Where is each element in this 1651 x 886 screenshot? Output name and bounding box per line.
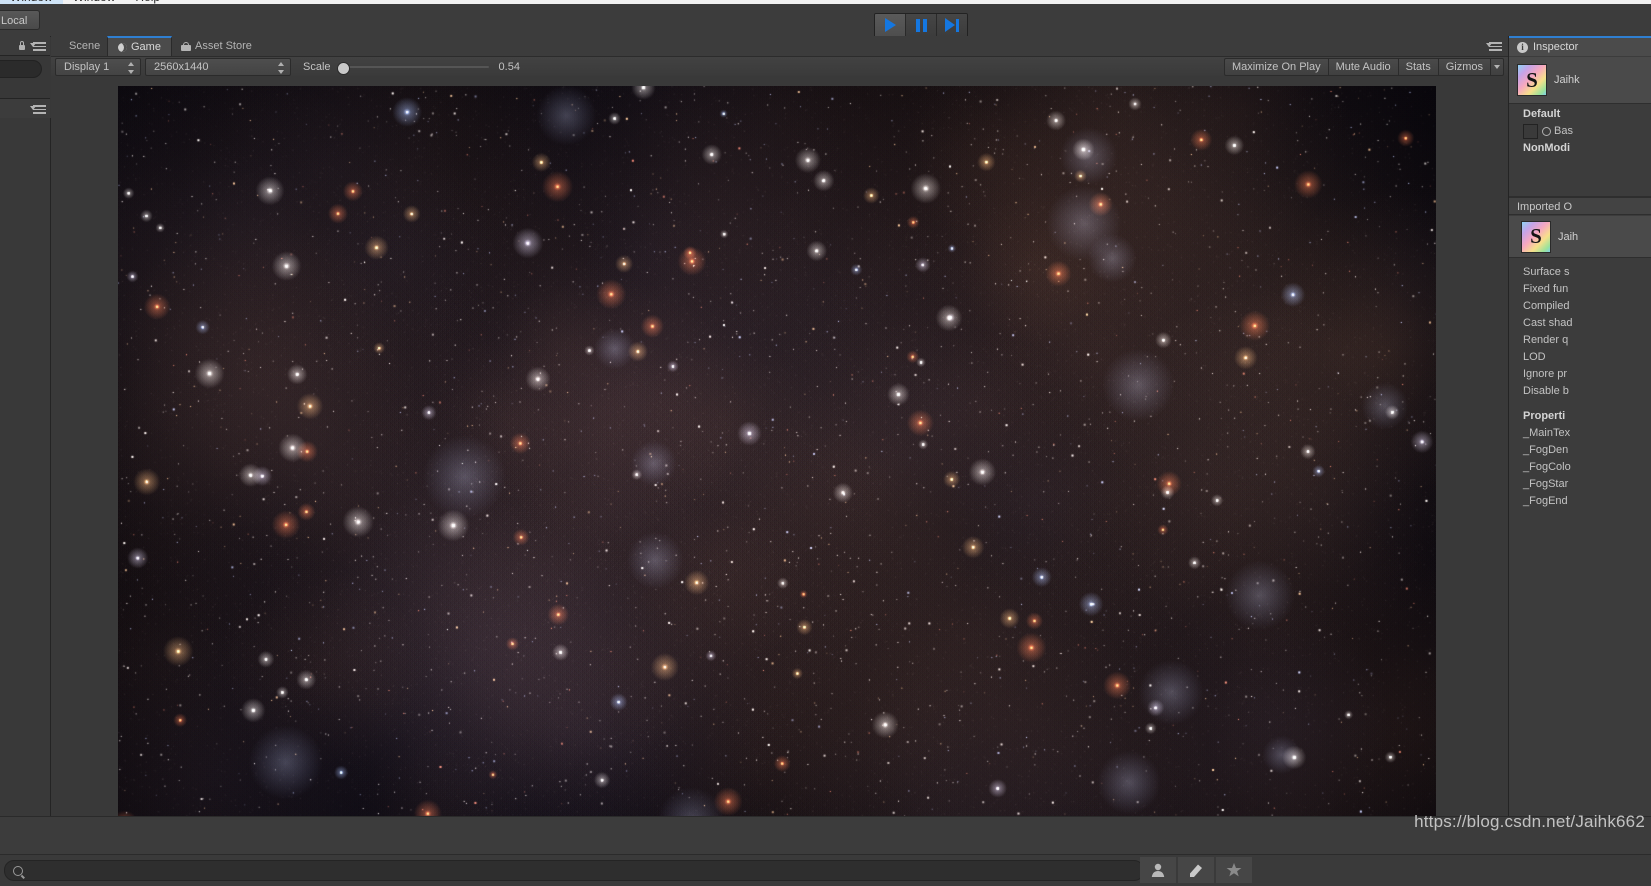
- inspector-row-ignore-projector: Ignore pr: [1523, 368, 1568, 380]
- scale-slider[interactable]: [336, 60, 489, 75]
- base-label: Bas: [1554, 125, 1573, 137]
- shader-property-fogdensity: _FogDen: [1523, 444, 1569, 456]
- inspector-row-compiled: Compiled: [1523, 300, 1570, 312]
- cloud-icon[interactable]: [1178, 857, 1214, 883]
- tab-game-label: Game: [131, 41, 161, 53]
- left-panel-column: [0, 36, 51, 816]
- inspector-row-surface-shader: Surface s: [1523, 266, 1570, 278]
- resolution-dropdown[interactable]: 2560x1440: [145, 58, 291, 76]
- inspector-row-lod: LOD: [1523, 351, 1546, 363]
- info-icon: i: [1517, 41, 1528, 53]
- default-section-label: Default: [1523, 108, 1561, 120]
- project-hamburger-menu-icon[interactable]: [30, 105, 46, 114]
- tab-scene[interactable]: Scene: [59, 36, 110, 56]
- scale-slider-track: [336, 66, 489, 68]
- play-icon: [884, 18, 896, 32]
- tab-game[interactable]: Game: [107, 36, 172, 56]
- imported-asset-header: S Jaih: [1509, 216, 1651, 258]
- display-dropdown-value: Display 1: [64, 61, 110, 73]
- asset-store-icon: [181, 41, 191, 51]
- imported-object-bar[interactable]: Imported O: [1509, 197, 1651, 215]
- game-render-surface[interactable]: [118, 86, 1436, 816]
- chevron-updown-icon: [128, 62, 135, 74]
- base-radio-row[interactable]: Bas: [1542, 123, 1573, 140]
- hierarchy-panel-header: [0, 36, 50, 56]
- scale-slider-handle[interactable]: [336, 62, 350, 75]
- moon-icon: [118, 42, 127, 52]
- inspector-panel: i Inspector S Jaihk Default Bas NonModi …: [1509, 36, 1651, 816]
- maximize-on-play-toggle[interactable]: Maximize On Play: [1223, 58, 1328, 76]
- status-bar-icons: [1140, 857, 1252, 883]
- lock-icon[interactable]: [18, 41, 26, 50]
- imported-asset-name: Jaih: [1558, 230, 1579, 243]
- mute-audio-toggle[interactable]: Mute Audio: [1327, 58, 1398, 76]
- account-icon[interactable]: [1140, 857, 1176, 883]
- game-panel: Scene Game Asset Store Display 1 2560x14…: [51, 36, 1509, 816]
- main-toolbar: Local: [0, 4, 1651, 39]
- shader-asset-icon: S: [1517, 64, 1547, 96]
- chevron-updown-icon-2: [278, 62, 285, 74]
- shader-property-fogstart: _FogStar: [1523, 478, 1569, 490]
- left-panel-body: [0, 118, 51, 816]
- imported-shader-asset-icon: S: [1521, 220, 1551, 253]
- inspector-tab-label: Inspector: [1533, 41, 1579, 53]
- scale-label: Scale: [303, 61, 331, 73]
- pivot-rotation-local-button[interactable]: Local: [0, 10, 40, 30]
- inspector-default-section: Default Bas NonModi: [1509, 106, 1651, 157]
- shader-property-maintex: _MainTex: [1523, 427, 1571, 439]
- play-button[interactable]: [875, 14, 906, 36]
- display-dropdown[interactable]: Display 1: [55, 58, 141, 76]
- inspector-row-fixed-function: Fixed fun: [1523, 283, 1569, 295]
- scale-value: 0.54: [498, 61, 520, 73]
- game-panel-tabstrip: Scene Game Asset Store: [51, 36, 1508, 56]
- hierarchy-search-input[interactable]: [0, 60, 42, 78]
- inspector-row-render-queue: Render q: [1523, 334, 1569, 346]
- default-checkbox[interactable]: [1523, 124, 1538, 139]
- tab-asset-store[interactable]: Asset Store: [171, 36, 262, 56]
- step-button[interactable]: [937, 14, 967, 36]
- inspector-row-cast-shadows: Cast shad: [1523, 317, 1573, 329]
- inspector-asset-header: S Jaihk: [1509, 57, 1651, 104]
- shader-property-fogend: _FogEnd: [1523, 495, 1568, 507]
- resolution-dropdown-value: 2560x1440: [154, 61, 209, 73]
- inspector-row-disable-batching: Disable b: [1523, 385, 1569, 397]
- starfield-nebula-render: [118, 86, 1436, 816]
- radio-icon: [1542, 126, 1551, 136]
- status-bar: [0, 854, 1651, 886]
- nonmodifiable-label: NonModi: [1523, 142, 1571, 154]
- pause-button[interactable]: [906, 14, 937, 36]
- hamburger-menu-icon[interactable]: [30, 42, 46, 51]
- watermark-text: https://blog.csdn.net/Jaihk662: [1414, 812, 1645, 831]
- status-search-input[interactable]: [4, 860, 1144, 881]
- inspector-shader-info-list: Surface s Fixed fun Compiled Cast shad R…: [1509, 264, 1651, 510]
- bottom-strip: [0, 816, 1651, 855]
- favorite-icon[interactable]: [1216, 857, 1252, 883]
- tab-asset-store-label: Asset Store: [195, 40, 252, 52]
- chevron-down-icon: [1494, 65, 1500, 69]
- tab-scene-label: Scene: [69, 40, 101, 52]
- tab-inspector[interactable]: i Inspector: [1509, 36, 1651, 56]
- search-icon: [13, 865, 23, 876]
- properties-header: Properti: [1523, 410, 1566, 422]
- game-view-toolbar: Display 1 2560x1440 Scale 0.54 Maximize …: [51, 56, 1508, 78]
- game-toolbar-right-group: Maximize On Play Mute Audio Stats Gizmos: [1223, 58, 1508, 76]
- gizmos-dropdown-button[interactable]: [1490, 58, 1504, 76]
- game-panel-menu-icon[interactable]: [1486, 42, 1502, 51]
- step-icon: [945, 18, 959, 32]
- unity-editor-window: Window Window Help Local: [0, 0, 1651, 886]
- gizmos-toggle[interactable]: Gizmos: [1437, 58, 1490, 76]
- game-viewport[interactable]: [51, 76, 1508, 816]
- stats-toggle[interactable]: Stats: [1397, 58, 1438, 76]
- shader-property-fogcolor: _FogColo: [1523, 461, 1571, 473]
- project-panel-header: [0, 98, 50, 120]
- inspector-asset-name: Jaihk: [1554, 74, 1580, 86]
- pause-icon: [915, 18, 927, 32]
